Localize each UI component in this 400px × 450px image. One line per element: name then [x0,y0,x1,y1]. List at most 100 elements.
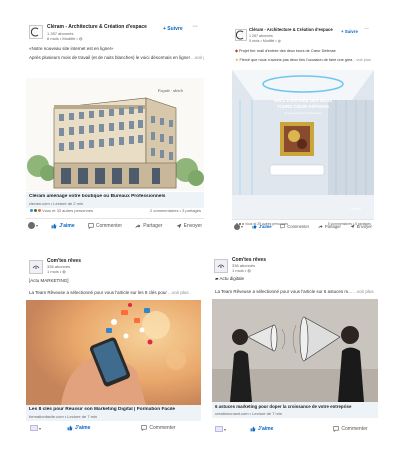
follow-button[interactable]: + Suivre [341,29,358,34]
post-time: 1 mois • ◍ [232,268,251,273]
image-caption-sub: Aménagement & Décoration [284,111,322,115]
image-brand-watermark: cleram [350,206,361,211]
company-logo[interactable] [235,29,247,41]
comment-icon [333,426,340,432]
pin-icon: ◆ [235,49,238,53]
post-text-line-2: La Team Rêveuse a sélectionné pour vous … [215,289,374,294]
post-header: Cléram - Architecture & Création d'espac… [232,25,374,49]
article-title[interactable]: Les 8 clés pour Réussir son Marketing Di… [29,407,198,412]
post-image-building-sketch[interactable]: Façade · sketch [26,78,204,191]
chevron-down-icon: ▾ [39,425,42,431]
like-button[interactable]: J'aime [252,224,272,229]
send-icon [350,224,355,229]
follower-count: 1 287 abonnés [249,34,273,38]
folder-icon: ▰ [215,276,219,281]
thumbs-up-icon [252,224,257,229]
post-as-selector[interactable]: ▾ [28,222,38,229]
follow-button[interactable]: + Suivre [163,26,183,32]
comment-share-stats[interactable]: 2 commentaires • 3 partages [150,208,201,213]
comment-button[interactable]: Commenter [88,223,122,229]
reaction-count[interactable]: Vous et 33 autres personnes [42,208,93,213]
send-button[interactable]: Envoyer [350,224,372,229]
reaction-summary[interactable]: Vous et 33 autres personnes 2 commentair… [29,208,201,214]
image-caption-line-2: TOURS CŒUR DÉFENSE [277,104,329,109]
chevron-down-icon: ▾ [36,223,39,228]
article-title[interactable]: 6 astuces marketing pour doper la croiss… [215,404,375,409]
post-time: 5 mois • Modifié • ◍ [249,39,281,43]
comment-icon [280,224,286,229]
avatar [30,425,38,431]
comment-button[interactable]: Commenter [280,224,309,229]
comment-icon [141,425,148,431]
article-title[interactable]: Cléram aménage votre boutique ou Bureaux… [29,194,201,199]
post-text-line-1: «Notre nouveau site internet est en lign… [29,46,114,51]
article-source: formationfacile.com • Lecture de 7 min [29,414,98,419]
action-bar: ▾ J'aime Commenter [26,421,201,435]
article-source: cleram.com • Lecture de 2 min [29,201,84,206]
post-time: 6 mois • Modifié • ◍ [47,36,83,41]
post-as-selector[interactable]: ▾ [30,425,41,431]
like-button[interactable]: J'aime [67,425,90,431]
comment-button[interactable]: Commenter [333,426,368,432]
thumbs-up-icon [67,425,73,431]
article-link-box[interactable]: 6 astuces marketing pour doper la croiss… [212,402,378,418]
post-header: Cléram - Architecture & Création d'espac… [26,22,204,46]
post-image-smartphone-hand[interactable] [26,300,201,405]
like-button[interactable]: J'aime [51,223,75,229]
company-logo[interactable] [29,260,43,274]
post-text-line-2: Après plusieurs mois de travail (et de n… [26,55,204,61]
action-bar: ▾ J'aime Commenter Partager Envoyer [26,218,204,232]
share-button[interactable]: Partager [135,223,162,229]
globe-icon: ◍ [277,39,281,43]
action-bar: ▾ J'aime Commenter [212,422,378,436]
post-card-comtesreves-8-cles: Com'tes rêves 336 abonnés 1 mois • ◍ [Ac… [26,255,201,435]
post-header: Com'tes rêves 336 abonnés 1 mois • ◍ [212,254,378,274]
company-name[interactable]: Cléram - Architecture & Création d'espac… [249,27,333,32]
post-card-cleram-hall: Cléram - Architecture & Création d'espac… [232,25,374,233]
post-image-hall-interior[interactable]: HALL D'ENTRÉE DES DEUX TOURS CŒUR DÉFENS… [232,70,374,219]
post-time: 1 mois • ◍ [47,269,66,274]
post-as-selector[interactable]: ▾ [215,426,226,432]
comment-icon [88,222,94,229]
globe-icon: ◍ [78,36,83,41]
see-more-link[interactable]: ...voir plus [191,55,204,60]
avatar [28,222,35,229]
chevron-down-icon: ▾ [224,426,227,432]
post-text-line-2: ★ Fiercé que nous n'avions pas deux fois… [235,58,371,62]
post-card-cleram-website: Cléram - Architecture & Création d'espac… [26,22,204,232]
post-image-megaphones[interactable] [212,299,378,402]
chevron-down-icon: ▾ [241,224,244,229]
avatar [234,223,240,230]
see-more-link[interactable]: ...voir plus [353,58,370,62]
globe-icon: ◍ [62,269,66,274]
article-source: creationcrowd.com • Lecture de 7 min [215,411,282,416]
share-button[interactable]: Partager [318,224,341,229]
company-logo[interactable] [29,25,43,39]
post-text-line-2: La Team Rêveuse a sélectionné pour vous … [29,290,189,295]
send-button[interactable]: Envoyer [176,223,202,229]
post-header: Com'tes rêves 336 abonnés 1 mois • ◍ [26,255,201,275]
star-icon: ★ [235,58,239,62]
more-options-icon[interactable]: ··· [364,26,369,32]
share-icon [318,225,323,229]
see-more-link[interactable]: ...voir plus [168,290,189,295]
post-as-selector[interactable]: ▾ [234,223,244,230]
article-link-box[interactable]: Les 8 clés pour Réussir son Marketing Di… [26,405,201,421]
post-card-comtesreves-6-astuces: Com'tes rêves 336 abonnés 1 mois • ◍ ▰ A… [212,254,378,439]
action-bar: ▾ J'aime Commenter Partager Envoyer [232,219,374,233]
thumbs-up-icon [51,223,57,228]
article-link-box[interactable]: Cléram aménage votre boutique ou Bureaux… [26,192,204,208]
company-name[interactable]: Cléram - Architecture & Création d'espac… [47,24,147,30]
like-button[interactable]: J'aime [250,426,273,432]
company-logo[interactable] [214,259,228,273]
image-caption-line-1: HALL D'ENTRÉE DES DEUX [274,98,333,103]
share-icon [135,223,141,228]
comment-button[interactable]: Commenter [141,425,176,431]
post-text-line-1: [Actu MARKETING] [29,278,69,283]
svg-text:Façade · sketch: Façade · sketch [157,88,183,93]
post-text-line-1: ▰ Actu digitale [215,276,244,281]
thumbs-up-icon [250,426,256,432]
see-more-link[interactable]: ...voir plus [353,289,374,294]
more-options-icon[interactable]: ··· [192,23,198,30]
send-icon [176,223,182,228]
